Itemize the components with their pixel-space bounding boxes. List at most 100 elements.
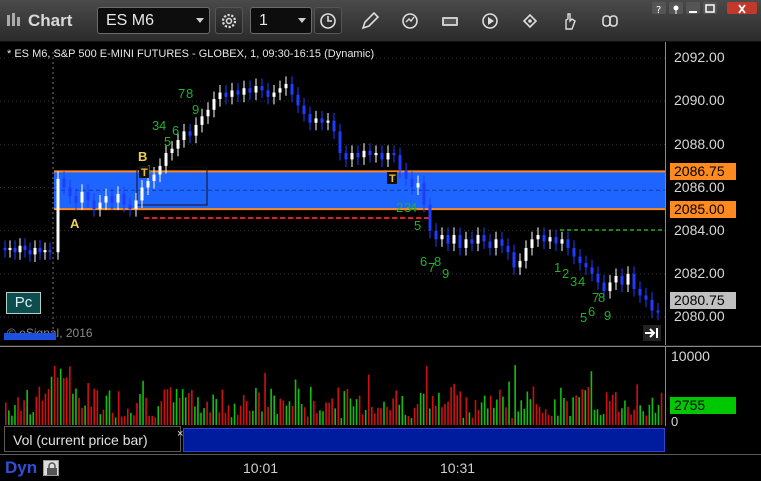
time-axis[interactable]: Dyn 10:01 10:31: [0, 454, 761, 481]
volume-bar: [96, 390, 99, 425]
candle-body: [230, 90, 234, 97]
candle-body: [530, 239, 534, 248]
volume-bar: [404, 414, 407, 425]
ticket-icon[interactable]: [440, 11, 460, 31]
price-scale[interactable]: 2092.00 2090.00 2088.00 2086.00 2084.00 …: [665, 42, 761, 345]
tag-icon[interactable]: [520, 11, 540, 31]
refresh-icon[interactable]: [400, 11, 420, 31]
volume-bar: [654, 412, 657, 425]
pin-icon: [673, 5, 679, 14]
volume-bar: [557, 415, 559, 425]
scroll-position-marker[interactable]: [4, 333, 56, 340]
minimize-icon: [689, 11, 697, 13]
pin-button[interactable]: [669, 2, 683, 14]
volume-bar: [249, 410, 251, 425]
marker-b-label: B: [138, 149, 147, 164]
candle-body: [428, 204, 432, 231]
link-icon[interactable]: [600, 11, 620, 31]
interval-input[interactable]: 1: [250, 7, 312, 34]
volume-bar: [444, 403, 446, 425]
volume-bar: [224, 412, 227, 425]
volume-bar: [593, 409, 596, 425]
chevron-down-icon[interactable]: [196, 18, 204, 23]
volume-bar: [599, 415, 602, 425]
volume-bar: [99, 414, 102, 425]
volume-bar: [642, 411, 645, 425]
candle-body: [560, 239, 564, 244]
volume-bar: [337, 387, 340, 425]
volume-bar: [322, 411, 324, 425]
candle-body: [62, 178, 66, 188]
candle-body: [248, 88, 252, 93]
volume-bar: [435, 405, 437, 425]
candle-body: [458, 234, 462, 248]
volume-bar: [535, 404, 538, 425]
volume-bar: [227, 405, 230, 425]
help-button[interactable]: ?: [652, 2, 666, 16]
candle-body: [56, 178, 60, 253]
volume-scale[interactable]: 10000 2755 0: [665, 346, 761, 429]
pencil-icon[interactable]: [360, 11, 380, 31]
volume-bar: [529, 399, 532, 425]
td-count-digit: 8: [186, 86, 193, 101]
volume-bar: [550, 415, 553, 425]
volume-bar: [563, 397, 565, 425]
td-count-digit: 3: [570, 274, 577, 289]
minimize-button[interactable]: [686, 2, 700, 14]
candle-body: [464, 239, 468, 248]
candle-body: [644, 295, 648, 300]
candle-body: [482, 234, 486, 242]
candle-body: [33, 247, 37, 255]
lock-icon[interactable]: [43, 460, 59, 476]
hand-icon[interactable]: [560, 11, 580, 31]
candle-body: [638, 288, 642, 296]
pc-button[interactable]: Pc: [6, 292, 41, 314]
dynamic-mode-label[interactable]: Dyn: [5, 458, 37, 478]
candle-body: [416, 183, 420, 188]
volume-bar: [245, 401, 248, 425]
volume-bar: [410, 418, 413, 425]
candle-body: [626, 273, 630, 285]
volume-bar: [236, 414, 239, 425]
candle-body: [344, 152, 348, 160]
volume-bar: [361, 414, 364, 425]
candle-body: [98, 202, 102, 210]
volume-bar: [191, 389, 193, 425]
scroll-to-end-icon[interactable]: [643, 325, 661, 341]
price-chart[interactable]: 7893465423456789123478956TTAB * ES M6, S…: [0, 42, 665, 345]
symbol-settings-button[interactable]: [215, 7, 243, 34]
td-count-digit: 4: [159, 118, 166, 133]
interval-clock-button[interactable]: [314, 7, 342, 34]
volume-bar: [130, 412, 132, 425]
chevron-down-icon[interactable]: [298, 18, 306, 23]
volume-bar: [148, 415, 150, 425]
volume-bar: [157, 406, 160, 425]
clock-icon: [320, 13, 336, 29]
symbol-input[interactable]: ES M6: [97, 7, 210, 34]
close-button[interactable]: [727, 2, 757, 14]
svg-text:?: ?: [656, 5, 661, 15]
volume-bar: [279, 398, 282, 425]
candle-body: [290, 83, 294, 95]
volume-bar: [242, 394, 245, 425]
volume-bar: [5, 402, 7, 425]
volume-study-label: Vol (current price bar): [13, 432, 148, 448]
volume-bar: [294, 379, 297, 425]
candle-body: [284, 83, 288, 89]
volume-bar: [194, 406, 196, 425]
opening-range-high-badge: 2086.75: [670, 163, 736, 180]
candle-body: [170, 148, 174, 153]
candle-body: [236, 90, 240, 95]
volume-study-tab[interactable]: Vol (current price bar) ×: [4, 426, 183, 452]
maximize-button[interactable]: [703, 2, 717, 14]
volume-bar: [465, 397, 468, 425]
candle-body: [548, 237, 552, 242]
volume-bar: [108, 390, 111, 425]
volume-pane[interactable]: [0, 346, 665, 426]
volume-bar: [29, 414, 31, 425]
volume-bar: [480, 402, 483, 425]
volume-bar: [618, 411, 620, 425]
candle-body: [140, 187, 144, 201]
volume-bar: [11, 415, 13, 425]
play-icon[interactable]: [480, 11, 500, 31]
